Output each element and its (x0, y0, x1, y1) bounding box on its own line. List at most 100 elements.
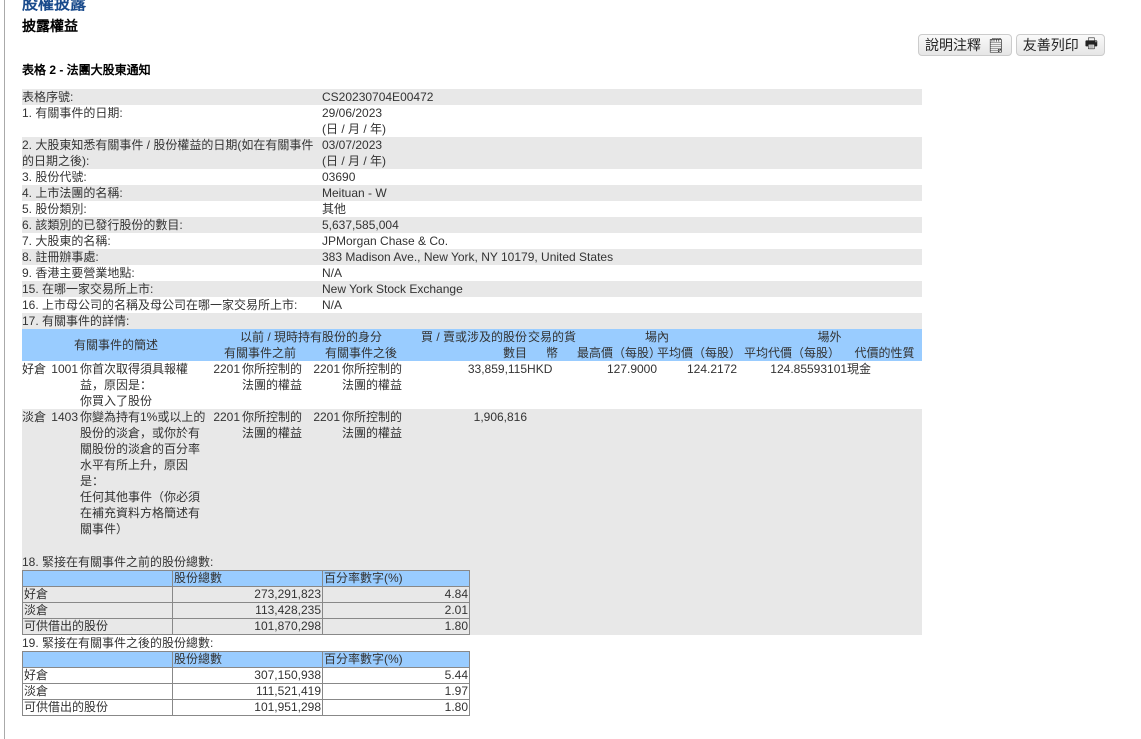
header-blank (22, 570, 173, 587)
header-before: 有關事件之前 (210, 345, 311, 361)
notes-label: 說明注釋 (925, 37, 981, 53)
field-value: JPMorgan Chase & Co. (322, 233, 922, 249)
event-before: 你所控制的法團的權益 (242, 410, 303, 440)
event-after: 你所控制的法團的權益 (342, 410, 403, 440)
table-row: 可供借出的股份 101,951,298 1.80 (22, 699, 470, 716)
field-row: 17. 有關事件的詳情: (22, 313, 922, 329)
event-row: 淡倉 1403 你變為持有1%或以上的股份的淡倉，或你於有關股份的淡倉的百分率水平有… (22, 409, 923, 554)
printer-icon: 🖶 (1084, 35, 1098, 51)
table-row: 淡倉 111,521,419 1.97 (22, 683, 470, 700)
event-before-code: 2201 (213, 362, 241, 376)
section-18-title: 18. 緊接在有關事件之前的股份總數: (22, 555, 214, 569)
event-desc: 你首次取得須具報權益，原因是： 你買入了股份 (80, 362, 189, 408)
field-label: 9. 香港主要營業地點: (22, 266, 135, 280)
field-value-line: N/A (322, 298, 343, 312)
field-value-line: 其他 (322, 202, 347, 216)
percentage: 1.80 (322, 618, 470, 635)
event-before-code: 2201 (213, 410, 241, 424)
header-after: 有關事件之後 (310, 345, 413, 361)
event-highest (577, 409, 657, 554)
event-code: 1001 (51, 362, 78, 376)
event-row: 好倉 1001 你首次取得須具報權益，原因是： 你買入了股份 2201 你所控制的法團的… (22, 361, 922, 409)
header-highest: 最高價（每股） (577, 345, 662, 361)
event-position: 淡倉 (22, 410, 47, 424)
field-value: Meituan - W (322, 185, 922, 201)
fields-table: 表格序號: CS20230704E00472 1. 有關事件的日期: 29/06/20… (22, 89, 922, 329)
print-label: 友善列印 (1022, 37, 1079, 53)
section-18-table: 股份總數 百分率數字(%) 好倉 273,291,823 4.84 淡倉 113,428,2… (22, 570, 470, 635)
field-value-line: (日 / 月 / 年) (322, 122, 386, 136)
table-row: 好倉 307,150,938 5.44 (22, 667, 470, 684)
percentage: 5.44 (322, 667, 470, 684)
disclosure-form: 表格序號: CS20230704E00472 1. 有關事件的日期: 29/06/20… (22, 89, 923, 716)
event-highest: 127.9000 (606, 362, 658, 376)
section-19-table: 股份總數 百分率數字(%) 好倉 307,150,938 5.44 淡倉 111,521,4… (22, 651, 470, 716)
position-type: 可供借出的股份 (22, 618, 173, 635)
event-currency (527, 409, 577, 554)
field-row: 4. 上市法團的名稱: Meituan - W (22, 185, 922, 201)
section-18: 18. 緊接在有關事件之前的股份總數: 股份總數 百分率數字(%) 好倉 273,29… (22, 554, 922, 635)
field-label: 16. 上市母公司的名稱及母公司在哪一家交易所上市: (22, 298, 298, 312)
print-button[interactable]: 友善列印 🖶 (1015, 34, 1105, 56)
field-value: 03/07/2023 (日 / 月 / 年) (322, 137, 922, 169)
field-value: 03690 (322, 169, 922, 185)
section-title: 披露權益 (22, 18, 78, 34)
field-value (322, 313, 922, 329)
percentage: 1.97 (322, 683, 470, 700)
field-label: 8. 註冊辦事處: (22, 250, 99, 264)
field-value: N/A (322, 265, 922, 281)
event-currency: HKD (527, 362, 553, 376)
field-label: 表格序號: (22, 90, 74, 104)
percentage: 4.84 (322, 586, 470, 603)
field-value-line: CS20230704E00472 (322, 90, 434, 104)
field-row: 6. 該類別的已發行股份的數目: 5,637,585,004 (22, 217, 922, 233)
percentage: 2.01 (322, 602, 470, 619)
position-type: 好倉 (22, 586, 173, 603)
field-value-line: JPMorgan Chase & Co. (322, 234, 449, 248)
header-nature: 代價的性質 (847, 345, 923, 361)
notes-button[interactable]: 說明注釋 🗒 (918, 34, 1012, 56)
event-table: 有關事件的簡述 以前 / 現時持有股份的身分 買 / 賣或涉及的股份數目 交易的… (22, 329, 923, 554)
table-row: 可供借出的股份 101,870,298 1.80 (22, 618, 470, 635)
header-desc: 有關事件的簡述 (22, 329, 211, 361)
field-value: 5,637,585,004 (322, 217, 922, 233)
field-row: 8. 註冊辦事處: 383 Madison Ave., New York, NY … (22, 249, 922, 265)
header-percentage: 百分率數字(%) (322, 651, 470, 668)
field-row: 5. 股份類別: 其他 (22, 201, 922, 217)
event-after-code: 2201 (313, 362, 341, 376)
total-shares: 101,870,298 (172, 618, 323, 635)
percentage: 1.80 (322, 699, 470, 716)
field-value-line: 5,637,585,004 (322, 218, 399, 232)
field-value-line: 03690 (322, 170, 356, 184)
position-type: 可供借出的股份 (22, 699, 173, 716)
field-label: 3. 股份代號: (22, 170, 87, 184)
total-shares: 273,291,823 (172, 586, 323, 603)
header-capacity: 以前 / 現時持有股份的身分 (210, 329, 413, 345)
event-average (657, 409, 737, 554)
header-off-exchange: 場外 (737, 329, 923, 345)
field-label: 1. 有關事件的日期: (22, 106, 123, 120)
event-nature (847, 409, 922, 554)
field-label: 15. 在哪一家交易所上市: (22, 282, 154, 296)
field-label: 2. 大股東知悉有關事件 / 股份權益的日期(如在有關事件的日期之後): (22, 138, 314, 168)
event-before: 你所控制的法團的權益 (242, 362, 303, 392)
position-type: 好倉 (22, 667, 173, 684)
field-label: 4. 上市法團的名稱: (22, 186, 123, 200)
field-row: 3. 股份代號: 03690 (22, 169, 922, 185)
header-percentage: 百分率數字(%) (322, 570, 470, 587)
event-nature: 現金 (847, 362, 872, 376)
table-row: 淡倉 113,428,235 2.01 (22, 602, 470, 619)
header-average: 平均價（每股） (657, 345, 742, 361)
header-on-exchange: 場內 (577, 329, 738, 345)
field-value: CS20230704E00472 (322, 89, 922, 105)
field-row: 7. 大股東的名稱: JPMorgan Chase & Co. (22, 233, 922, 249)
event-after-code: 2201 (313, 410, 341, 424)
total-shares: 101,951,298 (172, 699, 323, 716)
field-row: 1. 有關事件的日期: 29/06/2023 (日 / 月 / 年) (22, 105, 922, 137)
header-row: 股份總數 百分率數字(%) (22, 570, 470, 587)
field-label: 5. 股份類別: (22, 202, 87, 216)
field-value: 其他 (322, 201, 922, 217)
header-shares: 買 / 賣或涉及的股份數目 (412, 329, 528, 361)
event-off-average: 124.85593101 (770, 362, 848, 376)
event-code: 1403 (51, 410, 78, 424)
